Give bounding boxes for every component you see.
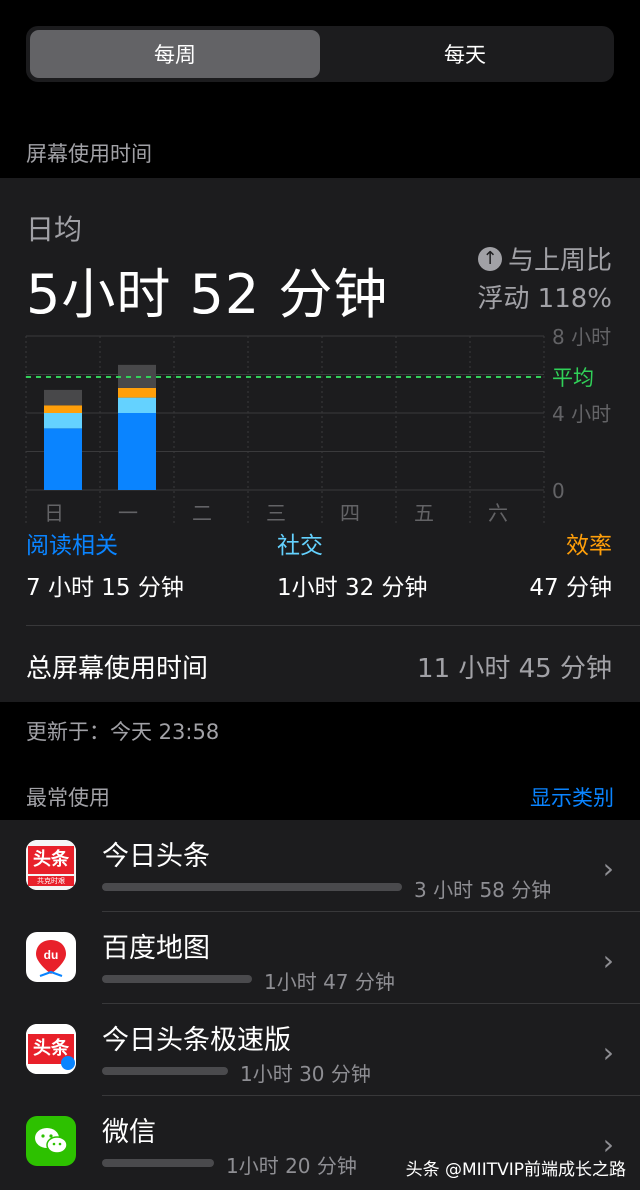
most-used-list: 头条 共克时艰 今日头条 3 小时 58 分钟 › du 百度地图 1小时 47… [0, 820, 640, 1190]
app-usage-time: 3 小时 58 分钟 [414, 878, 552, 902]
category-reading-time: 7 小时 15 分钟 [26, 575, 184, 601]
chevron-right-icon: › [602, 944, 614, 977]
arrow-up-circle-icon: ↑ [477, 246, 502, 271]
baidu-map-app-icon: du [26, 932, 76, 982]
bar-segment [44, 428, 82, 490]
weekly-usage-chart: 日 一 二 三 四 五 六 平均 8 小时 4 小时 0 [25, 326, 611, 526]
toutiao-lite-app-icon: 头条 [26, 1024, 76, 1074]
category-productivity: 效率 47 分钟 [529, 526, 612, 602]
toutiao-icon-subtext: 共克时艰 [28, 876, 74, 886]
screen-time-header: 屏幕使用时间 [26, 142, 152, 166]
most-used-title: 最常使用 [26, 786, 110, 810]
y-tick-label: 4 小时 [552, 402, 611, 426]
app-usage-time: 1小时 47 分钟 [264, 970, 395, 994]
category-reading-name: 阅读相关 [26, 533, 118, 559]
y-tick-label: 8 小时 [552, 326, 611, 349]
app-usage-time: 1小时 30 分钟 [240, 1062, 371, 1086]
chevron-right-icon: › [602, 1036, 614, 1069]
category-reading: 阅读相关 7 小时 15 分钟 [26, 526, 184, 602]
x-tick-label: 三 [266, 501, 286, 525]
daily-average-value: 5小时 52 分钟 [26, 263, 389, 326]
category-productivity-name: 效率 [566, 533, 612, 559]
segment-day[interactable]: 每天 [320, 30, 610, 78]
bar-segment [118, 397, 156, 413]
bar-segment [44, 413, 82, 429]
app-usage-time: 1小时 20 分钟 [226, 1154, 357, 1178]
x-tick-label: 六 [488, 501, 508, 525]
app-name: 微信 [102, 1117, 156, 1148]
app-usage-bar [102, 975, 252, 983]
app-row-toutiao-lite[interactable]: 头条 今日头条极速版 1小时 30 分钟 › [0, 1004, 640, 1096]
average-label: 平均 [552, 366, 594, 390]
category-social-name: 社交 [277, 533, 323, 559]
x-tick-label: 五 [414, 501, 434, 525]
app-name: 百度地图 [102, 933, 210, 964]
x-tick-label: 日 [44, 501, 64, 525]
toutiao-app-icon: 头条 共克时艰 [26, 840, 76, 890]
x-tick-label: 二 [192, 501, 212, 525]
bar-segment [118, 413, 156, 490]
bar-segment [118, 387, 156, 398]
category-productivity-time: 47 分钟 [529, 575, 612, 601]
y-tick-label: 0 [552, 479, 565, 503]
app-name: 今日头条极速版 [102, 1025, 291, 1056]
watermark: 头条 @MIITVIP前端成长之路 [405, 1160, 626, 1180]
week-comparison: ↑ 与上周比 浮动 118% [477, 242, 612, 318]
x-tick-label: 一 [118, 501, 138, 525]
lightning-badge-icon [61, 1056, 75, 1070]
compare-label: 与上周比 [507, 246, 612, 276]
card-divider [26, 625, 640, 626]
chevron-right-icon: › [602, 852, 614, 885]
app-name: 今日头条 [102, 841, 210, 872]
app-usage-bar [102, 883, 402, 891]
compare-value: 浮动 118% [477, 284, 612, 314]
app-usage-bar [102, 1067, 228, 1075]
toutiao-icon-text: 头条 [28, 846, 74, 874]
summary-card[interactable]: 日均 5小时 52 分钟 ↑ 与上周比 浮动 118% 日 一 二 三 四 五 六 平均 8 小时… [0, 178, 640, 702]
x-tick-label: 四 [340, 501, 360, 525]
bar-segment [44, 389, 82, 406]
daily-average-label: 日均 [26, 213, 83, 246]
total-screen-time-label: 总屏幕使用时间 [26, 654, 209, 684]
app-row-baidu-map[interactable]: du 百度地图 1小时 47 分钟 › [0, 912, 640, 1004]
category-social-time: 1小时 32 分钟 [277, 575, 428, 601]
wechat-app-icon [26, 1116, 76, 1166]
baidu-icon-text: du [44, 948, 59, 962]
show-categories-link[interactable]: 显示类别 [530, 782, 614, 812]
segment-week[interactable]: 每周 [30, 30, 320, 78]
app-usage-bar [102, 1159, 214, 1167]
updated-timestamp: 更新于：今天 23:58 [26, 720, 220, 744]
bar-segment [44, 405, 82, 413]
total-screen-time-value: 11 小时 45 分钟 [417, 654, 612, 684]
period-segmented-control: 每周 每天 [26, 26, 614, 82]
category-social: 社交 1小时 32 分钟 [277, 526, 428, 602]
app-row-toutiao[interactable]: 头条 共克时艰 今日头条 3 小时 58 分钟 › [0, 820, 640, 912]
